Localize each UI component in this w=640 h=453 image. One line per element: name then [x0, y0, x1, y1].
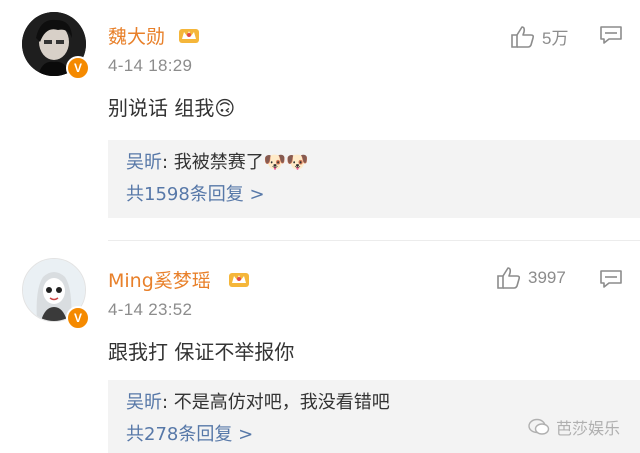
reply-username[interactable]: 吴昕	[126, 392, 162, 413]
like-button[interactable]: 3997	[496, 266, 566, 290]
reply-text: 我被禁赛了🐶🐶	[173, 152, 309, 173]
comment-text: 别说话 组我🙃	[108, 96, 236, 120]
like-count: 5万	[542, 29, 569, 48]
verified-badge-icon: V	[66, 306, 90, 330]
verified-badge-icon: V	[66, 56, 90, 80]
reply-username[interactable]: 吴昕	[126, 152, 162, 173]
comment-icon[interactable]	[600, 270, 622, 288]
reply-line: 吴昕: 我被禁赛了🐶🐶	[126, 152, 309, 173]
reply-text: 不是高仿对吧，我没看错吧	[173, 392, 390, 413]
crown-badge-icon	[179, 29, 199, 43]
timestamp: 4-14 18:29	[108, 56, 193, 75]
username[interactable]: 魏大勋	[108, 22, 165, 49]
reply-preview[interactable]: 吴昕: 我被禁赛了🐶🐶 共1598条回复 >	[108, 140, 640, 218]
reply-count-link[interactable]: 共278条回复 >	[126, 420, 253, 446]
thumbs-up-icon	[497, 267, 521, 289]
like-count: 3997	[528, 268, 566, 287]
timestamp: 4-14 23:52	[108, 300, 193, 319]
like-button[interactable]: 5万	[510, 24, 568, 49]
username[interactable]: Ming奚梦瑶	[108, 266, 211, 293]
reply-count-link[interactable]: 共1598条回复 >	[126, 180, 265, 206]
reply-line: 吴昕: 不是高仿对吧，我没看错吧	[126, 392, 390, 413]
watermark: 芭莎娱乐	[528, 415, 620, 439]
comment-item: V 魏大勋 4-14 18:29 5万 别说话 组我🙃 吴昕: 我被禁赛了🐶🐶 …	[0, 0, 640, 235]
thumbs-up-icon	[511, 25, 535, 48]
wechat-icon	[528, 418, 550, 435]
watermark-text: 芭莎娱乐	[555, 419, 620, 438]
crown-badge-icon	[229, 273, 249, 287]
comment-text: 跟我打 保证不举报你	[108, 340, 295, 364]
comment-icon[interactable]	[600, 26, 622, 44]
